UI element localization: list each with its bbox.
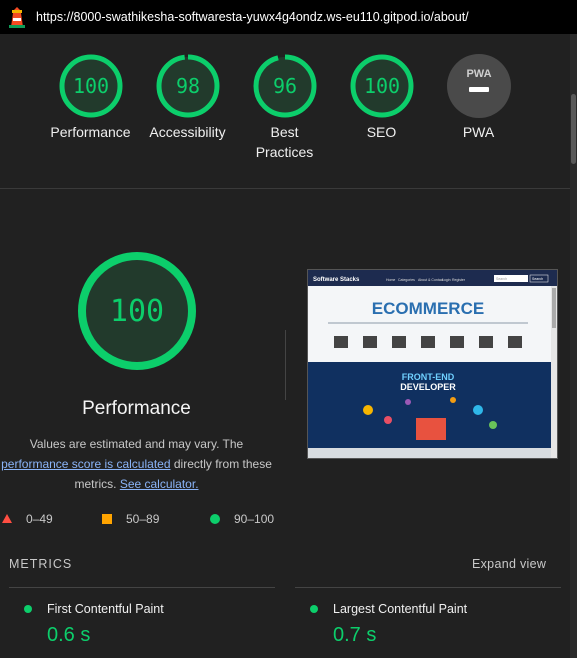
section-divider	[0, 188, 570, 189]
square-icon	[102, 514, 112, 524]
gauge-best-practices[interactable]: 96 Best Practices	[236, 53, 333, 162]
legend-pass-range: 90–100	[234, 512, 275, 526]
search-button: Search	[532, 277, 543, 281]
nav-login: Login	[442, 278, 451, 282]
url-text[interactable]: https://8000-swathikesha-softwaresta-yuw…	[36, 10, 469, 24]
ecommerce-banner: ECOMMERCE	[372, 299, 484, 318]
see-calculator-link[interactable]: See calculator.	[120, 477, 199, 491]
lcp-pass-icon	[310, 605, 318, 613]
frontend-banner-line1: FRONT-END	[402, 372, 455, 382]
performance-label: Performance	[50, 124, 131, 140]
seo-gauge-ring: 100	[350, 54, 413, 118]
accessibility-score: 98	[175, 74, 199, 98]
metrics-divider-right	[295, 587, 561, 588]
pwa-badge-text: PWA	[466, 68, 491, 80]
performance-main-gauge: 100	[78, 252, 196, 370]
gauge-seo[interactable]: 100 SEO	[333, 53, 430, 142]
metrics-heading: METRICS	[9, 557, 73, 571]
score-calculated-link[interactable]: performance score is calculated	[1, 457, 170, 471]
performance-main-score: 100	[110, 294, 164, 329]
performance-title: Performance	[82, 398, 191, 419]
pwa-badge-icon: PWA	[446, 54, 511, 118]
screenshot-image: Software Stacks Home Categories About & …	[308, 270, 557, 458]
accessibility-gauge-ring: 98	[156, 54, 219, 118]
seo-label: SEO	[366, 124, 397, 140]
legend-average-range: 50–89	[126, 512, 160, 526]
performance-gauge-ring: 100	[59, 54, 122, 118]
legend-average: 50–89	[102, 512, 159, 526]
gauge-pwa[interactable]: PWA PWA	[430, 53, 527, 142]
site-name: Software Stacks	[313, 277, 360, 283]
page-screenshot-thumbnail[interactable]: Software Stacks Home Categories About & …	[307, 269, 558, 459]
metrics-divider-left	[9, 587, 275, 588]
circle-icon	[210, 514, 220, 524]
seo-score: 100	[363, 74, 399, 98]
gauge-performance[interactable]: 100 Performance	[42, 53, 139, 142]
performance-description: Values are estimated and may vary. The p…	[0, 434, 273, 494]
nav-about: About & Contact	[418, 278, 444, 282]
nav-home: Home	[386, 278, 395, 282]
triangle-icon	[2, 514, 12, 523]
lcp-value: 0.7 s	[333, 624, 377, 646]
fcp-label: First Contentful Paint	[47, 602, 164, 616]
best-practices-gauge-ring: 96	[253, 54, 316, 118]
legend-fail: 0–49	[2, 512, 53, 526]
browser-address-bar: https://8000-swathikesha-softwaresta-yuw…	[0, 0, 577, 34]
legend-pass: 90–100	[210, 512, 274, 526]
nav-register: Register	[452, 278, 466, 282]
expand-view-toggle[interactable]: Expand view	[472, 557, 546, 571]
scrollbar[interactable]	[570, 34, 577, 658]
fcp-pass-icon	[24, 605, 32, 613]
best-practices-score: 96	[272, 74, 296, 98]
vertical-separator	[285, 330, 286, 400]
search-placeholder: Search	[496, 277, 507, 281]
accessibility-label: Accessibility	[149, 124, 226, 140]
fcp-value: 0.6 s	[47, 624, 91, 646]
legend-fail-range: 0–49	[26, 512, 53, 526]
scrollbar-thumb[interactable]	[571, 94, 576, 164]
frontend-banner-line2: DEVELOPER	[400, 382, 456, 392]
best-practices-label: Best Practices	[255, 124, 314, 160]
lcp-label: Largest Contentful Paint	[333, 602, 468, 616]
performance-score: 100	[72, 74, 108, 98]
desc-prefix: Values are estimated and may vary. The	[29, 437, 244, 451]
nav-categories: Categories	[398, 278, 415, 282]
pwa-label: PWA	[462, 124, 495, 140]
gauge-accessibility[interactable]: 98 Accessibility	[139, 53, 236, 142]
lighthouse-icon	[9, 7, 25, 28]
